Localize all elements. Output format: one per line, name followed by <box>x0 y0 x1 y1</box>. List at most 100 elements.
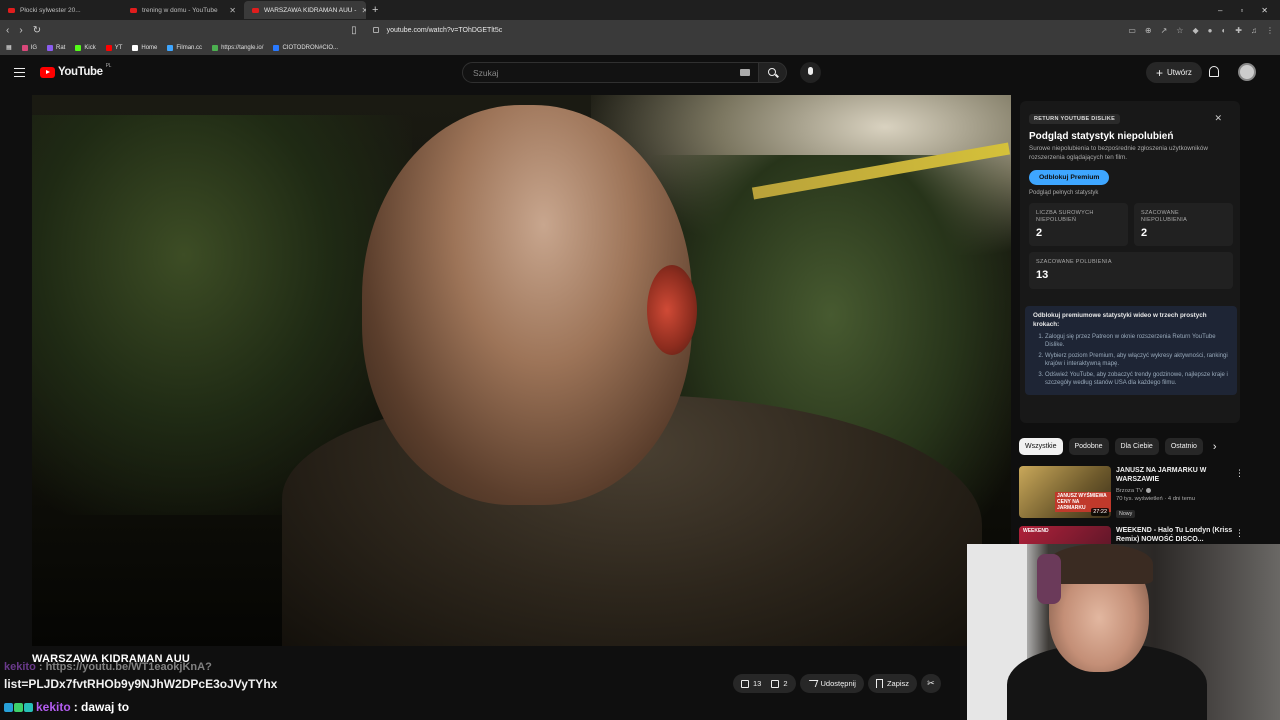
more-options-icon[interactable]: ⋮ <box>1235 528 1244 539</box>
search-input[interactable]: Szukaj <box>462 62 759 83</box>
extension-icon[interactable]: ◐ <box>1221 26 1226 35</box>
youtube-favicon-icon <box>8 7 15 13</box>
zoom-icon[interactable]: ⊕ <box>1145 26 1152 35</box>
tangle-icon <box>212 44 219 51</box>
create-button[interactable]: + Utwórz <box>1146 62 1202 83</box>
extension-icon[interactable]: ● <box>1208 26 1213 35</box>
close-tab-icon[interactable]: ✕ <box>229 6 236 15</box>
chat-text: : https://youtu.be/WT1eaokjKnA? <box>38 661 212 673</box>
instagram-icon <box>21 44 28 51</box>
filman-icon <box>167 44 174 51</box>
media-icon[interactable]: ♫ <box>1251 26 1257 35</box>
forward-icon[interactable]: › <box>19 25 22 36</box>
bookmark-filman[interactable]: Filman.cc <box>167 44 202 51</box>
search-button[interactable] <box>759 62 787 83</box>
ryd-title: Podgląd statystyk niepolubień <box>1029 131 1174 142</box>
close-icon[interactable]: ✕ <box>1214 113 1222 124</box>
channel-name[interactable]: Brzoza TV <box>1116 488 1234 494</box>
premium-steps: Odblokuj premiumowe statystyki wideo w t… <box>1025 306 1237 396</box>
bookmark-home[interactable]: Home <box>132 44 157 51</box>
browser-tab-1[interactable]: Płocki sylwester 20... <box>0 1 122 19</box>
video-player[interactable] <box>32 95 1011 646</box>
new-tab-button[interactable]: + <box>366 4 384 16</box>
recommendation-title[interactable]: WEEKEND - Halo Tu Londyn (Kriss Remix) N… <box>1116 526 1234 545</box>
bookmark-icon[interactable]: ▯ <box>351 25 357 36</box>
notifications-bell-icon[interactable] <box>1209 66 1219 77</box>
bookmark-label: Rat <box>56 44 66 51</box>
url-field[interactable]: youtube.com/watch?v=TOhDGETlt5c <box>372 26 873 34</box>
browser-tab-2[interactable]: trening w domu - YouTube ✕ <box>122 1 244 19</box>
recommendation-item[interactable]: JANUSZ WYŚMIEWA CENY NA JARMARKU 27:22 J… <box>1019 466 1244 520</box>
channel-label: Brzoza TV <box>1116 487 1143 494</box>
step-item: Wybierz poziom Premium, aby włączyć wykr… <box>1045 352 1229 369</box>
duration-badge: 27:22 <box>1091 508 1109 516</box>
recommendation-info: JANUSZ NA JARMARKU W WARSZAWIE Brzoza TV… <box>1116 466 1234 520</box>
unlock-premium-button[interactable]: Odblokuj Premium <box>1029 170 1110 185</box>
voice-search-mic-icon[interactable] <box>800 62 821 83</box>
save-button[interactable]: Zapisz <box>867 674 918 693</box>
chip-recent[interactable]: Ostatnio <box>1164 438 1203 455</box>
chip-similar[interactable]: Podobne <box>1068 438 1109 455</box>
reload-icon[interactable]: ↻ <box>33 25 41 36</box>
rat-icon <box>47 44 54 51</box>
bookmark-tangle[interactable]: https://tangle.io/ <box>212 44 263 51</box>
stat-raw-dislikes: LICZBA SUROWYCH NIEPOLUBIEŃ 2 <box>1029 203 1128 246</box>
verified-icon <box>1145 488 1151 494</box>
browser-tab-3-active[interactable]: WARSZAWA KIDRAMAN AUU - ✕ <box>244 1 366 19</box>
x-icon <box>132 44 139 51</box>
recommendation-title[interactable]: JANUSZ NA JARMARKU W WARSZAWIE <box>1116 466 1234 485</box>
share-icon[interactable]: ↗ <box>1161 26 1168 35</box>
bookmark-ig[interactable]: IG <box>21 44 37 51</box>
new-badge: Nowy <box>1116 509 1136 518</box>
close-window-icon[interactable]: ✕ <box>1261 6 1268 15</box>
share-arrow-icon <box>806 680 818 687</box>
webcam-overlay <box>967 544 1280 720</box>
keyboard-icon[interactable] <box>740 69 750 76</box>
bookmark-rat[interactable]: Rat <box>47 44 66 51</box>
steps-title: Odblokuj premiumowe statystyki wideo w t… <box>1033 312 1207 328</box>
clip-button[interactable]: ✂ <box>921 674 941 693</box>
stats-grid: LICZBA SUROWYCH NIEPOLUBIEŃ 2 SZACOWANE … <box>1029 203 1233 289</box>
youtube-favicon-icon <box>252 7 259 13</box>
stat-label: SZACOWANE NIEPOLUBIENIA <box>1141 210 1188 224</box>
youtube-header: YouTube PL Szukaj + Utwórz <box>0 58 1280 88</box>
step-item: Odśwież YouTube, aby zobaczyć trendy god… <box>1045 371 1229 388</box>
back-icon[interactable]: ‹ <box>6 25 9 36</box>
chip-for-you[interactable]: Dla Ciebie <box>1114 438 1159 455</box>
minimize-icon[interactable]: – <box>1218 6 1222 15</box>
like-button[interactable]: 13 <box>741 679 761 688</box>
bookmark-ciotodron[interactable]: CIOTODRON#CIO... <box>273 44 338 51</box>
logo-text: YouTube <box>58 66 103 78</box>
extension-icon[interactable]: ◆ <box>1192 26 1198 35</box>
cast-icon[interactable]: ▭ <box>1128 26 1136 35</box>
share-button[interactable]: Udostępnij <box>799 674 864 693</box>
bookmark-yt[interactable]: YT <box>105 44 122 51</box>
badge-icon <box>4 702 13 712</box>
step-item: Zaloguj się przez Patreon w oknie rozsze… <box>1045 333 1229 350</box>
bookmarks-bar: ▦ IG Rat Kick YT Home Filman.cc https://… <box>0 40 1280 55</box>
ryd-description: Surowe niepolubienia to bezpośrednie zgł… <box>1029 145 1208 161</box>
save-label: Zapisz <box>886 679 910 688</box>
menu-hamburger-icon[interactable] <box>14 68 25 77</box>
youtube-logo[interactable]: YouTube PL <box>40 63 112 78</box>
bookmark-label: Kick <box>84 44 96 51</box>
maximize-icon[interactable]: ▫ <box>1240 6 1243 15</box>
video-frame-person <box>362 105 692 505</box>
star-icon[interactable]: ☆ <box>1176 26 1183 35</box>
logo-region: PL <box>105 63 112 69</box>
dislike-button[interactable]: 2 <box>771 679 788 688</box>
stat-label: SZACOWANE POLUBIENIA <box>1036 259 1112 265</box>
apps-icon[interactable]: ▦ <box>6 44 12 51</box>
url-text: youtube.com/watch?v=TOhDGETlt5c <box>386 26 503 34</box>
site-info-icon[interactable] <box>372 27 379 33</box>
avatar[interactable] <box>1238 63 1256 81</box>
chip-all[interactable]: Wszystkie <box>1019 438 1063 455</box>
bookmark-save-icon <box>875 679 883 688</box>
video-thumbnail[interactable]: JANUSZ WYŚMIEWA CENY NA JARMARKU 27:22 <box>1019 466 1111 518</box>
bookmark-kick[interactable]: Kick <box>75 44 96 51</box>
more-options-icon[interactable]: ⋮ <box>1235 468 1244 479</box>
puzzle-icon[interactable]: ✚ <box>1235 26 1242 35</box>
menu-icon[interactable]: ⋮ <box>1266 26 1274 35</box>
chevron-right-icon[interactable]: › <box>1213 441 1217 453</box>
tab-title: Płocki sylwester 20... <box>20 6 81 14</box>
